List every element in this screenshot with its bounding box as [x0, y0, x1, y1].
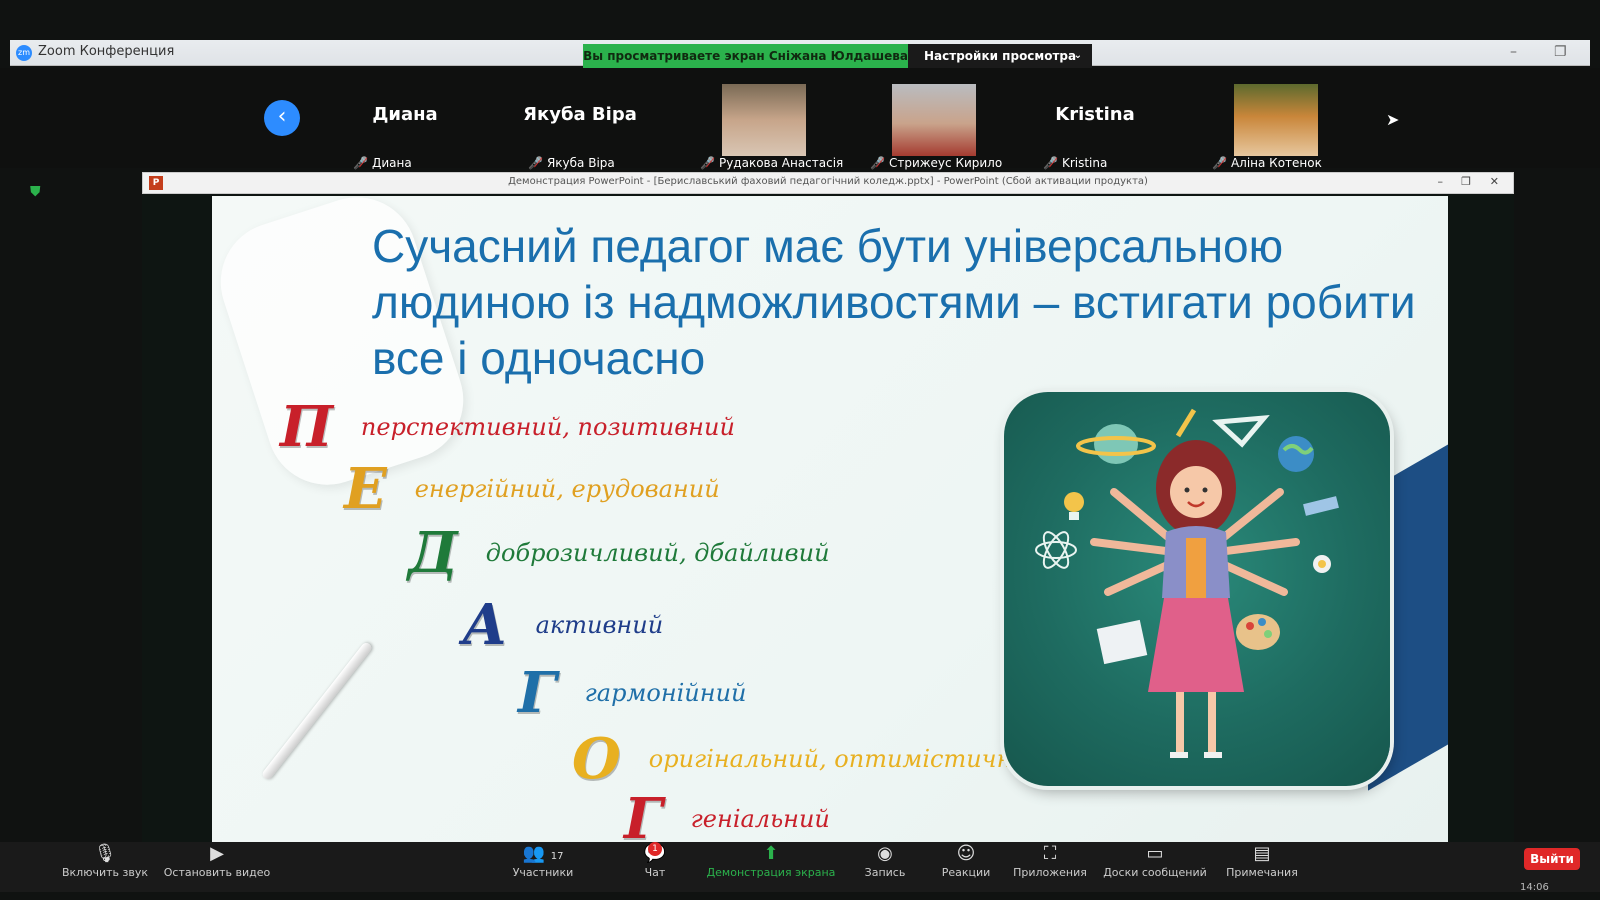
share-screen-button[interactable]: ⬆ Демонстрация экрана	[706, 842, 836, 879]
slide-title: Сучасний педагог має бути універсальною …	[372, 220, 1416, 384]
participant-tile[interactable]: Kristina 🎤̸ Kristina	[1015, 74, 1175, 170]
mic-muted-icon: 🎤̸	[870, 156, 885, 170]
mic-muted-icon: 🎤̸	[1043, 156, 1058, 170]
restore-icon[interactable]: ❐	[1461, 175, 1471, 188]
participant-tile[interactable]: Якуба Віра 🎤̸ Якуба Віра	[500, 74, 660, 170]
record-button[interactable]: ◉ Запись	[860, 842, 910, 879]
meeting-toolbar: 🎙 Включить звук ▶ Остановить видео 👥 17 …	[0, 842, 1600, 893]
acrostic-letter: Е	[344, 456, 387, 522]
acrostic-row: Е енергійний, ерудований	[344, 456, 720, 522]
record-icon: ◉	[877, 843, 893, 864]
acrostic-words: гармонійний	[584, 679, 747, 707]
minimize-icon[interactable]: –	[1438, 175, 1444, 188]
shield-icon: ⛊	[30, 184, 41, 200]
acrostic-letter: Д	[408, 520, 458, 586]
reactions-button[interactable]: ☺ Реакции	[938, 842, 994, 879]
acrostic-letter: Г	[518, 660, 557, 726]
participant-label: 🎤̸ Kristina	[1043, 156, 1108, 170]
participant-tile[interactable]: Диана 🎤̸ Диана	[325, 74, 485, 170]
participant-strip: ‹ Диана 🎤̸ Диана Якуба Віра 🎤̸ Якуба Віра …	[0, 68, 1600, 170]
acrostic-row: Д доброзичливий, дбайливий	[408, 520, 830, 586]
participant-label: 🎤̸ Якуба Віра	[528, 156, 615, 170]
participant-video	[1234, 84, 1318, 156]
participant-big-name: Диана	[372, 104, 438, 125]
acrostic-row: Г гармонійний	[518, 660, 746, 726]
share-banner: Вы просматриваете экран Сніжана Юлдашева	[583, 44, 908, 68]
acrostic-letter: П	[280, 394, 333, 460]
acrostic-words: оригінальний, оптимістичний	[648, 745, 1044, 773]
maximize-icon[interactable]: ❐	[1554, 44, 1567, 60]
acrostic-letter: О	[572, 726, 621, 792]
teacher-illustration	[1004, 392, 1390, 786]
participant-big-name: Якуба Віра	[523, 104, 637, 125]
mic-muted-icon: 🎤̸	[353, 156, 368, 170]
view-settings-button[interactable]: Настройки просмотра ⌄	[908, 44, 1092, 68]
acrostic-words: доброзичливий, дбайливий	[485, 539, 830, 567]
participant-label: 🎤̸ Аліна Котенок	[1212, 156, 1322, 170]
mic-muted-icon: 🎤̸	[1212, 156, 1227, 170]
taskbar-clock: 14:06	[1520, 882, 1549, 893]
leave-button[interactable]: Выйти	[1524, 848, 1580, 870]
apps-icon: ⛶	[1043, 843, 1057, 864]
participant-big-name: Kristina	[1055, 104, 1135, 125]
slide: Сучасний педагог має бути універсальною …	[212, 196, 1448, 842]
acrostic-row: О оригінальний, оптимістичний	[572, 726, 1043, 792]
participants-button[interactable]: 👥 17 Участники	[508, 842, 578, 879]
teacher-illustration-svg	[1035, 408, 1339, 758]
notes-icon: ▤	[1253, 843, 1271, 864]
participant-tile[interactable]: 🎤̸ Стрижеус Кирило	[842, 74, 1003, 170]
mouse-cursor-icon: ➤	[1386, 110, 1400, 129]
notes-button[interactable]: ▤ Примечания	[1222, 842, 1302, 879]
screen: zm Zoom Конференция Вы просматриваете эк…	[0, 0, 1600, 900]
whiteboard-icon: ▭	[1146, 843, 1164, 864]
participant-tile[interactable]: 🎤̸ Рудакова Анастасія	[672, 74, 843, 170]
video-camera-icon: ▶	[210, 843, 224, 864]
share-screen-icon: ⬆	[763, 843, 779, 864]
acrostic-row: Г геніальний	[624, 786, 830, 842]
app-title: Zoom Конференция	[38, 44, 175, 59]
stop-video-button[interactable]: ▶ Остановить видео	[162, 842, 272, 879]
acrostic-row: П перспективний, позитивний	[280, 394, 735, 460]
acrostic-row: А активний	[462, 592, 663, 658]
acrostic-words: геніальний	[690, 805, 830, 833]
participant-video	[892, 84, 976, 156]
acrostic-words: активний	[535, 611, 664, 639]
participant-label: 🎤̸ Стрижеус Кирило	[870, 156, 1003, 170]
participant-label: 🎤̸ Диана	[353, 156, 412, 170]
participant-video	[722, 84, 806, 156]
acrostic-words: перспективний, позитивний	[360, 413, 735, 441]
mic-muted-icon: 🎤̸	[528, 156, 543, 170]
mic-muted-icon: 🎙	[93, 843, 117, 864]
powerpoint-window-title: Демонстрация PowerPoint - [Бериславський…	[508, 176, 1148, 187]
zoom-logo-icon: zm	[16, 45, 32, 61]
participants-icon: 👥 17	[522, 843, 564, 864]
close-icon[interactable]: ✕	[1490, 175, 1499, 188]
view-settings-label: Настройки просмотра	[924, 49, 1077, 63]
whiteboards-button[interactable]: ▭ Доски сообщений	[1100, 842, 1210, 879]
powerpoint-titlebar: P Демонстрация PowerPoint - [Бериславськ…	[142, 172, 1514, 194]
acrostic-letter: Г	[624, 786, 663, 842]
chat-button[interactable]: 💬 1 Чат	[630, 842, 680, 879]
pen-image	[260, 640, 374, 782]
back-arrow-icon[interactable]: ‹	[264, 100, 300, 136]
participant-label: 🎤̸ Рудакова Анастасія	[700, 156, 844, 170]
participant-tile[interactable]: 🎤̸ Аліна Котенок	[1184, 74, 1344, 170]
apps-button[interactable]: ⛶ Приложения	[1010, 842, 1090, 879]
chat-badge: 1	[648, 842, 662, 856]
mic-muted-icon: 🎤̸	[700, 156, 715, 170]
minimize-icon[interactable]: –	[1510, 44, 1517, 60]
acrostic-words: енергійний, ерудований	[414, 475, 720, 503]
chevron-down-icon: ⌄	[1073, 50, 1082, 61]
acrostic-letter: А	[462, 592, 508, 658]
smiley-icon: ☺	[956, 843, 976, 864]
unmute-button[interactable]: 🎙 Включить звук	[60, 842, 150, 879]
